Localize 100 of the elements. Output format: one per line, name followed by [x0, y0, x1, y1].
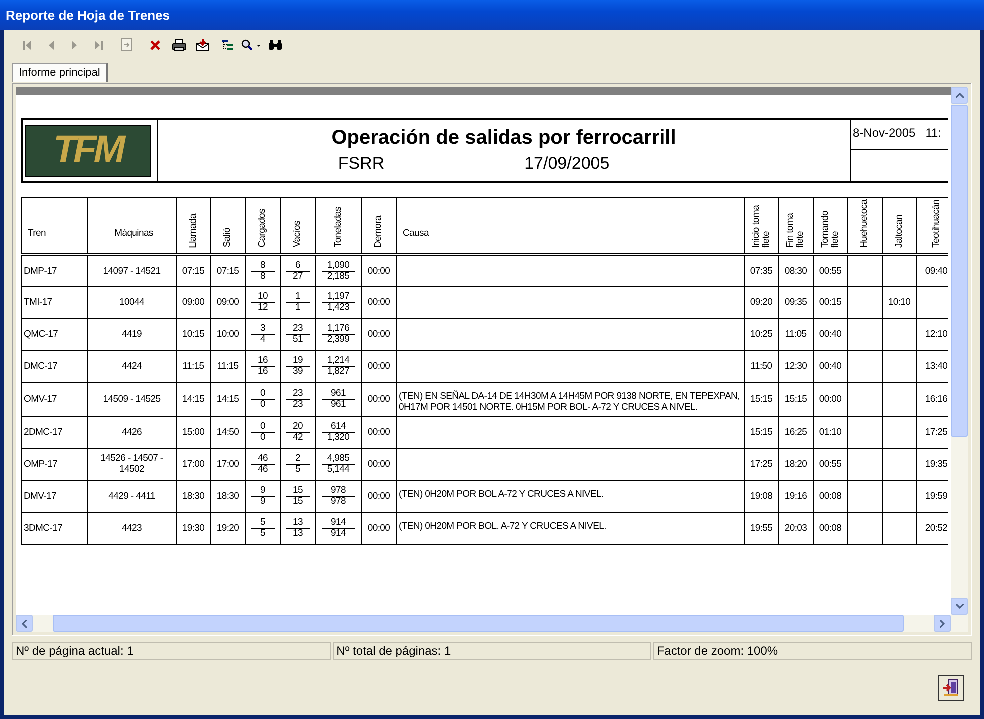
table-cell: 12:10 [925, 329, 948, 340]
table-cell: 15:15 [750, 426, 773, 438]
table-cell: 00:08 [819, 522, 842, 534]
next-page-icon [71, 40, 79, 50]
table-cell: 09:35 [784, 297, 808, 308]
numerator-value: 4,985 [322, 454, 355, 465]
numerator-value: 961 [322, 388, 355, 400]
denominator-value: 12 [258, 303, 268, 313]
table-cell: 00:15 [819, 297, 842, 308]
numerator-value: 0 [251, 388, 275, 400]
table-cell: 4419 [122, 329, 142, 340]
scroll-down-icon[interactable] [956, 604, 964, 609]
table-cell: 00:00 [368, 458, 390, 470]
table-cell: 19:16 [784, 490, 808, 502]
denominator-value: 27 [293, 272, 303, 282]
previous-page-icon [47, 40, 55, 50]
table-cell: 14526 - 14507 - 14502 [100, 453, 164, 476]
table-cell: 00:00 [368, 426, 390, 438]
table-cell: TMI-17 [24, 297, 52, 308]
scroll-right-icon[interactable] [940, 620, 945, 628]
last-page-icon [94, 40, 104, 50]
column-header: Huehuetoca [860, 200, 870, 248]
exit-button[interactable] [938, 674, 964, 700]
table-cell: 00:40 [819, 361, 842, 372]
table-cell: 08:30 [784, 266, 808, 276]
numerator-value: 15 [286, 486, 310, 497]
column-header: Jaltocan [894, 215, 904, 248]
table-cell: 09:40 [925, 266, 948, 276]
table-cell: 00:00 [368, 266, 390, 276]
table-cell: 13:40 [925, 361, 948, 372]
table-cell: 11:15 [182, 361, 204, 372]
table-cell: 19:30 [182, 522, 205, 534]
denominator-value: 8 [260, 272, 266, 282]
table-cell: 07:15 [182, 266, 205, 276]
column-header: Llamada [188, 214, 198, 248]
denominator-value: 51 [293, 335, 303, 345]
table-cell: 00:00 [368, 329, 390, 340]
denominator-value: 13 [293, 528, 303, 539]
column-header: Cargados [258, 209, 268, 248]
table-cell: 00:00 [819, 394, 842, 405]
table-cell: OMP-17 [24, 458, 58, 470]
denominator-value: 0 [260, 400, 266, 410]
table-cell: 19:35 [925, 458, 948, 470]
denominator-value: 2,185 [327, 272, 350, 282]
table-cell: 09:00 [182, 297, 205, 308]
column-header: Inicio toma flete [752, 204, 772, 248]
denominator-value: 978 [331, 496, 346, 507]
numerator-value: 914 [322, 518, 355, 529]
column-header: Vacíos [293, 221, 303, 248]
numerator-value: 8 [251, 260, 275, 272]
close-icon [150, 40, 160, 50]
numerator-value: 3 [251, 324, 275, 335]
numerator-value: 6 [286, 260, 310, 272]
table-cell: 20:52 [925, 522, 948, 534]
table-cell: 12:30 [784, 361, 808, 372]
vertical-scrollbar[interactable] [951, 87, 968, 615]
scroll-up-icon[interactable] [956, 93, 964, 98]
table-cell: DMP-17 [24, 266, 58, 276]
company-logo: TFM [25, 124, 151, 176]
table-cell: 15:00 [182, 426, 205, 438]
table-cell: (TEN) EN SEÑAL DA-14 DE 14H30M A 14H45M POR 9138 NORTE, EN TEPEXPAN, 0H17M POR 14501 NORTE. 0H15M POR BOL- A-72 Y CRUCES A NIVEL. [399, 391, 740, 413]
scroll-left-icon[interactable] [22, 620, 27, 628]
table-cell: 19:55 [750, 522, 773, 534]
numerator-value: 23 [286, 388, 310, 400]
table-cell: 18:20 [784, 458, 808, 470]
denominator-value: 15 [293, 496, 303, 507]
table-cell: 00:00 [368, 297, 390, 308]
denominator-value: 1,827 [327, 367, 350, 377]
denominator-value: 4 [260, 335, 266, 345]
column-header: Máquinas [114, 228, 154, 239]
numerator-value: 46 [251, 454, 275, 465]
numerator-value: 10 [251, 292, 275, 303]
column-header: Fin toma flete [786, 212, 806, 248]
horizontal-scrollbar[interactable] [16, 615, 968, 632]
report-tab[interactable]: Informe principal [12, 63, 108, 82]
denominator-value: 23 [293, 400, 303, 410]
denominator-value: 1 [296, 303, 300, 313]
printer-icon [172, 38, 186, 52]
column-header: Tren [28, 228, 46, 239]
numerator-value: 2 [286, 454, 310, 465]
numerator-value: 9 [251, 486, 275, 497]
table-cell: 2DMC-17 [24, 426, 63, 438]
table-cell: 14:50 [216, 426, 240, 438]
table-cell: 07:15 [216, 266, 240, 276]
denominator-value: 914 [331, 528, 346, 539]
binoculars-icon [268, 39, 282, 51]
table-cell: 15:15 [750, 394, 773, 405]
numerator-value: 978 [322, 486, 355, 497]
table-cell: (TEN) 0H20M POR BOL. A-72 Y CRUCES A NIVEL. [399, 520, 606, 532]
table-cell: 09:00 [216, 297, 240, 308]
table-cell: 14097 - 14521 [103, 266, 161, 276]
table-cell: 15:15 [784, 394, 808, 405]
table-cell: 17:25 [925, 426, 948, 438]
table-cell: 4424 [122, 361, 142, 372]
envelope-icon [196, 38, 210, 52]
table-cell: 10:15 [182, 329, 205, 340]
table-cell: 19:20 [216, 522, 240, 534]
denominator-value: 5 [260, 528, 266, 539]
status-text: Factor de zoom: 100% [653, 642, 972, 660]
table-cell: 11:05 [785, 329, 807, 340]
